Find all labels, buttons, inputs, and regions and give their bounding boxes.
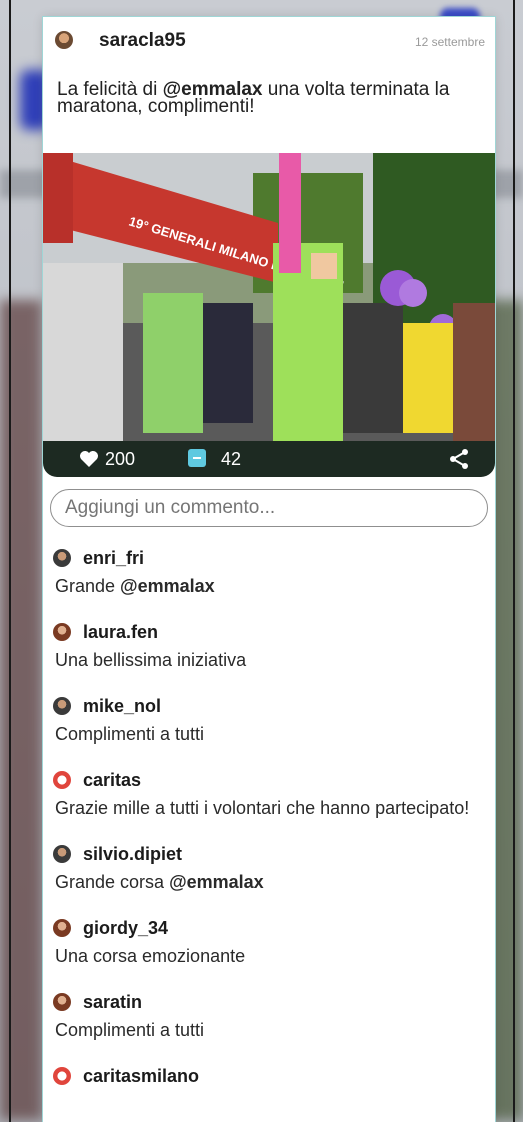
comment-text: Complimenti a tutti	[43, 1021, 495, 1057]
comment-header: laura.fen	[43, 613, 495, 651]
comment-header: caritasmilano	[43, 1057, 495, 1095]
commenter-avatar[interactable]	[53, 549, 71, 567]
comment-item: enri_fri Grande @emmalax	[43, 539, 495, 613]
comment-body: Grazie mille a tutti i volontari che han…	[55, 798, 470, 818]
comment-username[interactable]: enri_fri	[83, 548, 144, 569]
frame-border	[9, 0, 11, 1122]
comments-list: enri_fri Grande @emmalax laura.fen Una bell…	[43, 539, 495, 1095]
commenter-avatar[interactable]	[53, 623, 71, 641]
comment-header: saratin	[43, 983, 495, 1021]
frame-border	[513, 0, 515, 1122]
commenter-avatar[interactable]	[53, 993, 71, 1011]
comment-text: Una bellissima iniziativa	[43, 651, 495, 687]
comment-header: mike_nol	[43, 687, 495, 725]
marathon-photo: 19° GENERALI MILANO MARATHON	[43, 153, 495, 445]
post-header: saracla95 12 settembre	[43, 17, 495, 57]
comment-username[interactable]: silvio.dipiet	[83, 844, 182, 865]
comment-mention[interactable]: @emmalax	[169, 872, 264, 892]
comment-text: Grazie mille a tutti i volontari che han…	[43, 799, 495, 835]
post-photo[interactable]: 19° GENERALI MILANO MARATHON	[43, 153, 495, 445]
comment-text: Complimenti a tutti	[43, 725, 495, 761]
commenter-avatar[interactable]	[53, 697, 71, 715]
likes-count: 200	[105, 449, 136, 469]
comment-input[interactable]	[50, 489, 488, 527]
share-icon[interactable]	[449, 448, 469, 470]
comment-body: Complimenti a tutti	[55, 1020, 205, 1040]
comment-username[interactable]: giordy_34	[83, 918, 168, 939]
commenter-avatar[interactable]	[53, 845, 71, 863]
comment-username[interactable]: saratin	[83, 992, 142, 1013]
comment-username[interactable]: laura.fen	[83, 622, 158, 643]
comment-item: silvio.dipiet Grande corsa @emmalax	[43, 835, 495, 909]
comment-header: caritas	[43, 761, 495, 799]
comment-header: giordy_34	[43, 909, 495, 947]
comment-mention[interactable]: @emmalax	[120, 576, 215, 596]
comment-body: Una bellissima iniziativa	[55, 650, 247, 670]
heart-icon[interactable]	[79, 450, 99, 468]
comment-icon[interactable]	[188, 449, 206, 467]
comments-count: 42	[221, 449, 242, 469]
post-caption: La felicità di @emmalax una volta termin…	[43, 57, 495, 153]
comment-username[interactable]: caritasmilano	[83, 1066, 199, 1087]
comment-item: mike_nol Complimenti a tutti	[43, 687, 495, 761]
comment-text: Grande @emmalax	[43, 577, 495, 613]
comment-body: Complimenti a tutti	[55, 724, 205, 744]
caritas-logo-icon[interactable]	[53, 1067, 71, 1085]
comment-body: Una corsa emozionante	[55, 946, 246, 966]
comment-item: caritasmilano	[43, 1057, 495, 1095]
post-stats-bar: 200 42	[43, 441, 495, 477]
post-username[interactable]: saracla95	[99, 30, 186, 52]
comment-username[interactable]: caritas	[83, 770, 141, 791]
comment-text: Una corsa emozionante	[43, 947, 495, 983]
comment-header: silvio.dipiet	[43, 835, 495, 873]
comment-item: laura.fen Una bellissima iniziativa	[43, 613, 495, 687]
post-date: 12 settembre	[414, 35, 485, 49]
comment-body: Grande corsa	[55, 872, 170, 892]
comment-username[interactable]: mike_nol	[83, 696, 161, 717]
comment-item: caritas Grazie mille a tutti i volontari …	[43, 761, 495, 835]
comment-body: Grande	[55, 576, 121, 596]
comment-item: saratin Complimenti a tutti	[43, 983, 495, 1057]
comment-text: Grande corsa @emmalax	[43, 873, 495, 909]
comment-header: enri_fri	[43, 539, 495, 577]
commenter-avatar[interactable]	[53, 919, 71, 937]
caritas-logo-icon[interactable]	[53, 771, 71, 789]
post-modal: saracla95 12 settembre La felicità di @e…	[43, 17, 495, 1122]
comment-item: giordy_34 Una corsa emozionante	[43, 909, 495, 983]
user-avatar[interactable]	[55, 31, 73, 49]
